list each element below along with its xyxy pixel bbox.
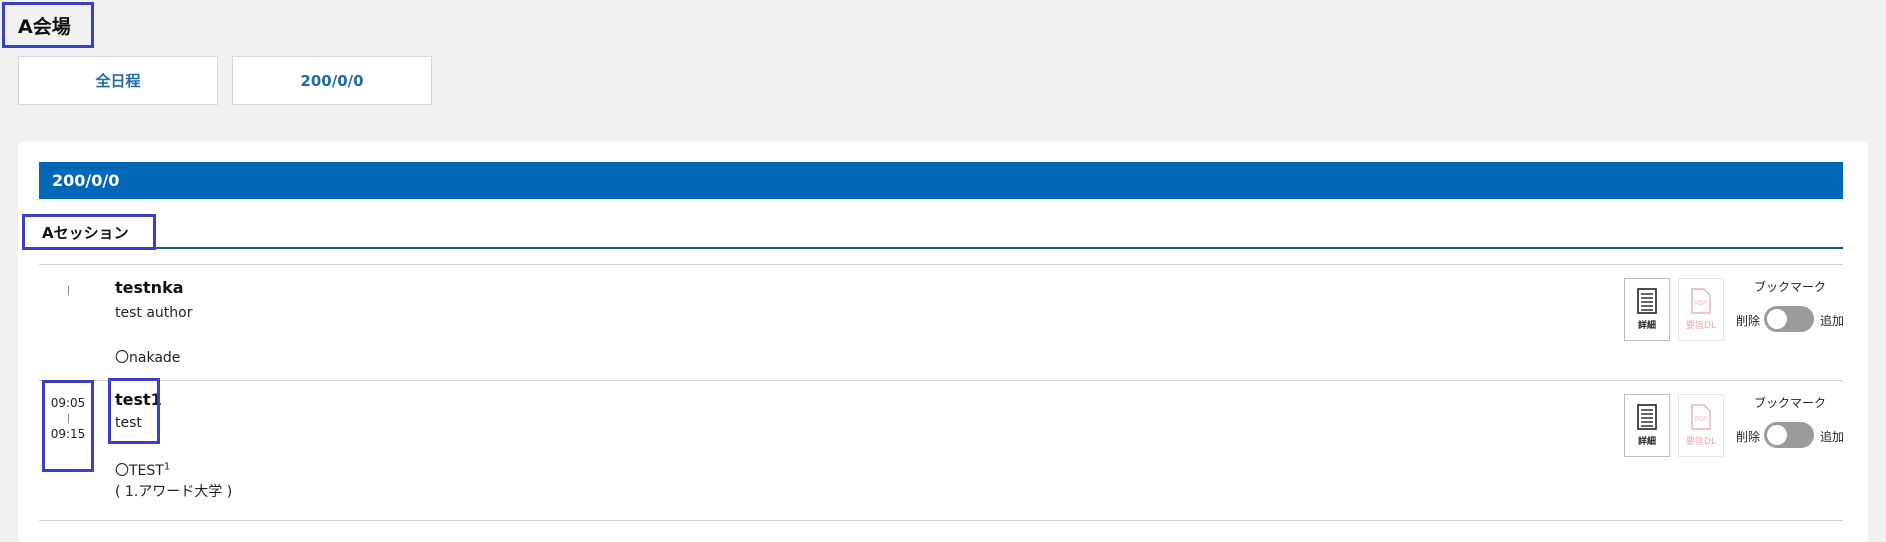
tab-date[interactable]: 200/0/0 — [232, 56, 432, 105]
affiliation: ( 1.アワード大学 ) — [115, 484, 233, 500]
bookmark-add-label: 追加 — [1820, 314, 1845, 328]
detail-button[interactable]: 詳細 — [1624, 278, 1670, 341]
presenter: 〇nakade — [115, 347, 180, 367]
session-title: Aセッション — [22, 214, 156, 250]
tab-date-label: 200/0/0 — [300, 71, 364, 90]
pdf-file-icon: PDF — [1691, 404, 1711, 430]
detail-button[interactable]: 詳細 — [1624, 394, 1670, 457]
time-separator — [67, 286, 69, 295]
pdf-icon-text: PDF — [1695, 301, 1707, 307]
time-range — [42, 282, 94, 299]
bookmark-toggle[interactable] — [1764, 306, 1814, 332]
bookmark-toggle[interactable] — [1764, 422, 1814, 448]
time-range: 09:05 09:15 — [42, 380, 94, 472]
presenter-name: nakade — [129, 350, 181, 366]
presentation-title: test1 — [115, 390, 162, 409]
toggle-knob — [1767, 425, 1787, 445]
presenter-mark: 〇 — [115, 350, 129, 366]
bookmark-remove-label: 削除 — [1736, 314, 1761, 328]
venue-title: A会場 — [2, 2, 94, 48]
date-header-text: 200/0/0 — [52, 171, 120, 190]
row-divider — [39, 264, 1843, 265]
toggle-knob — [1767, 309, 1787, 329]
tab-all-dates[interactable]: 全日程 — [18, 56, 218, 105]
detail-button-label: 詳細 — [1637, 321, 1656, 331]
row-divider — [39, 380, 1843, 381]
tab-all-dates-label: 全日程 — [95, 72, 141, 90]
bookmark-label: ブックマーク — [1754, 396, 1827, 410]
author-name: test — [115, 415, 142, 431]
detail-button-label: 詳細 — [1637, 437, 1656, 447]
document-list-icon — [1637, 404, 1657, 430]
session-divider — [39, 247, 1843, 249]
row-divider — [39, 520, 1843, 521]
presenter-name: TEST — [129, 463, 164, 479]
date-header-bar: 200/0/0 — [39, 162, 1843, 199]
pdf-icon-text: PDF — [1695, 417, 1707, 423]
pdf-download-button[interactable]: PDF 要旨DL — [1678, 394, 1724, 457]
start-time: 09:05 — [50, 396, 86, 410]
bookmark-remove-label: 削除 — [1736, 430, 1761, 444]
end-time: 09:15 — [50, 427, 86, 441]
session-title-text: Aセッション — [42, 223, 129, 242]
document-list-icon — [1637, 288, 1657, 314]
time-separator — [67, 414, 69, 423]
pdf-button-label: 要旨DL — [1686, 321, 1716, 331]
bookmark-add-label: 追加 — [1820, 430, 1845, 444]
affiliation-index: 1 — [163, 461, 171, 473]
pdf-download-button[interactable]: PDF 要旨DL — [1678, 278, 1724, 341]
presenter-mark: 〇 — [115, 463, 129, 479]
schedule-panel: 200/0/0 Aセッション testnka test author 〇naka… — [18, 142, 1868, 542]
author-name: test author — [115, 305, 193, 321]
presentation-title-block: test1 test — [108, 378, 162, 444]
pdf-file-icon: PDF — [1691, 288, 1711, 314]
presenter: 〇TEST1 — [115, 460, 170, 480]
pdf-button-label: 要旨DL — [1686, 437, 1716, 447]
venue-title-text: A会場 — [18, 15, 71, 38]
bookmark-label: ブックマーク — [1754, 280, 1827, 294]
presentation-title: testnka — [115, 278, 184, 297]
